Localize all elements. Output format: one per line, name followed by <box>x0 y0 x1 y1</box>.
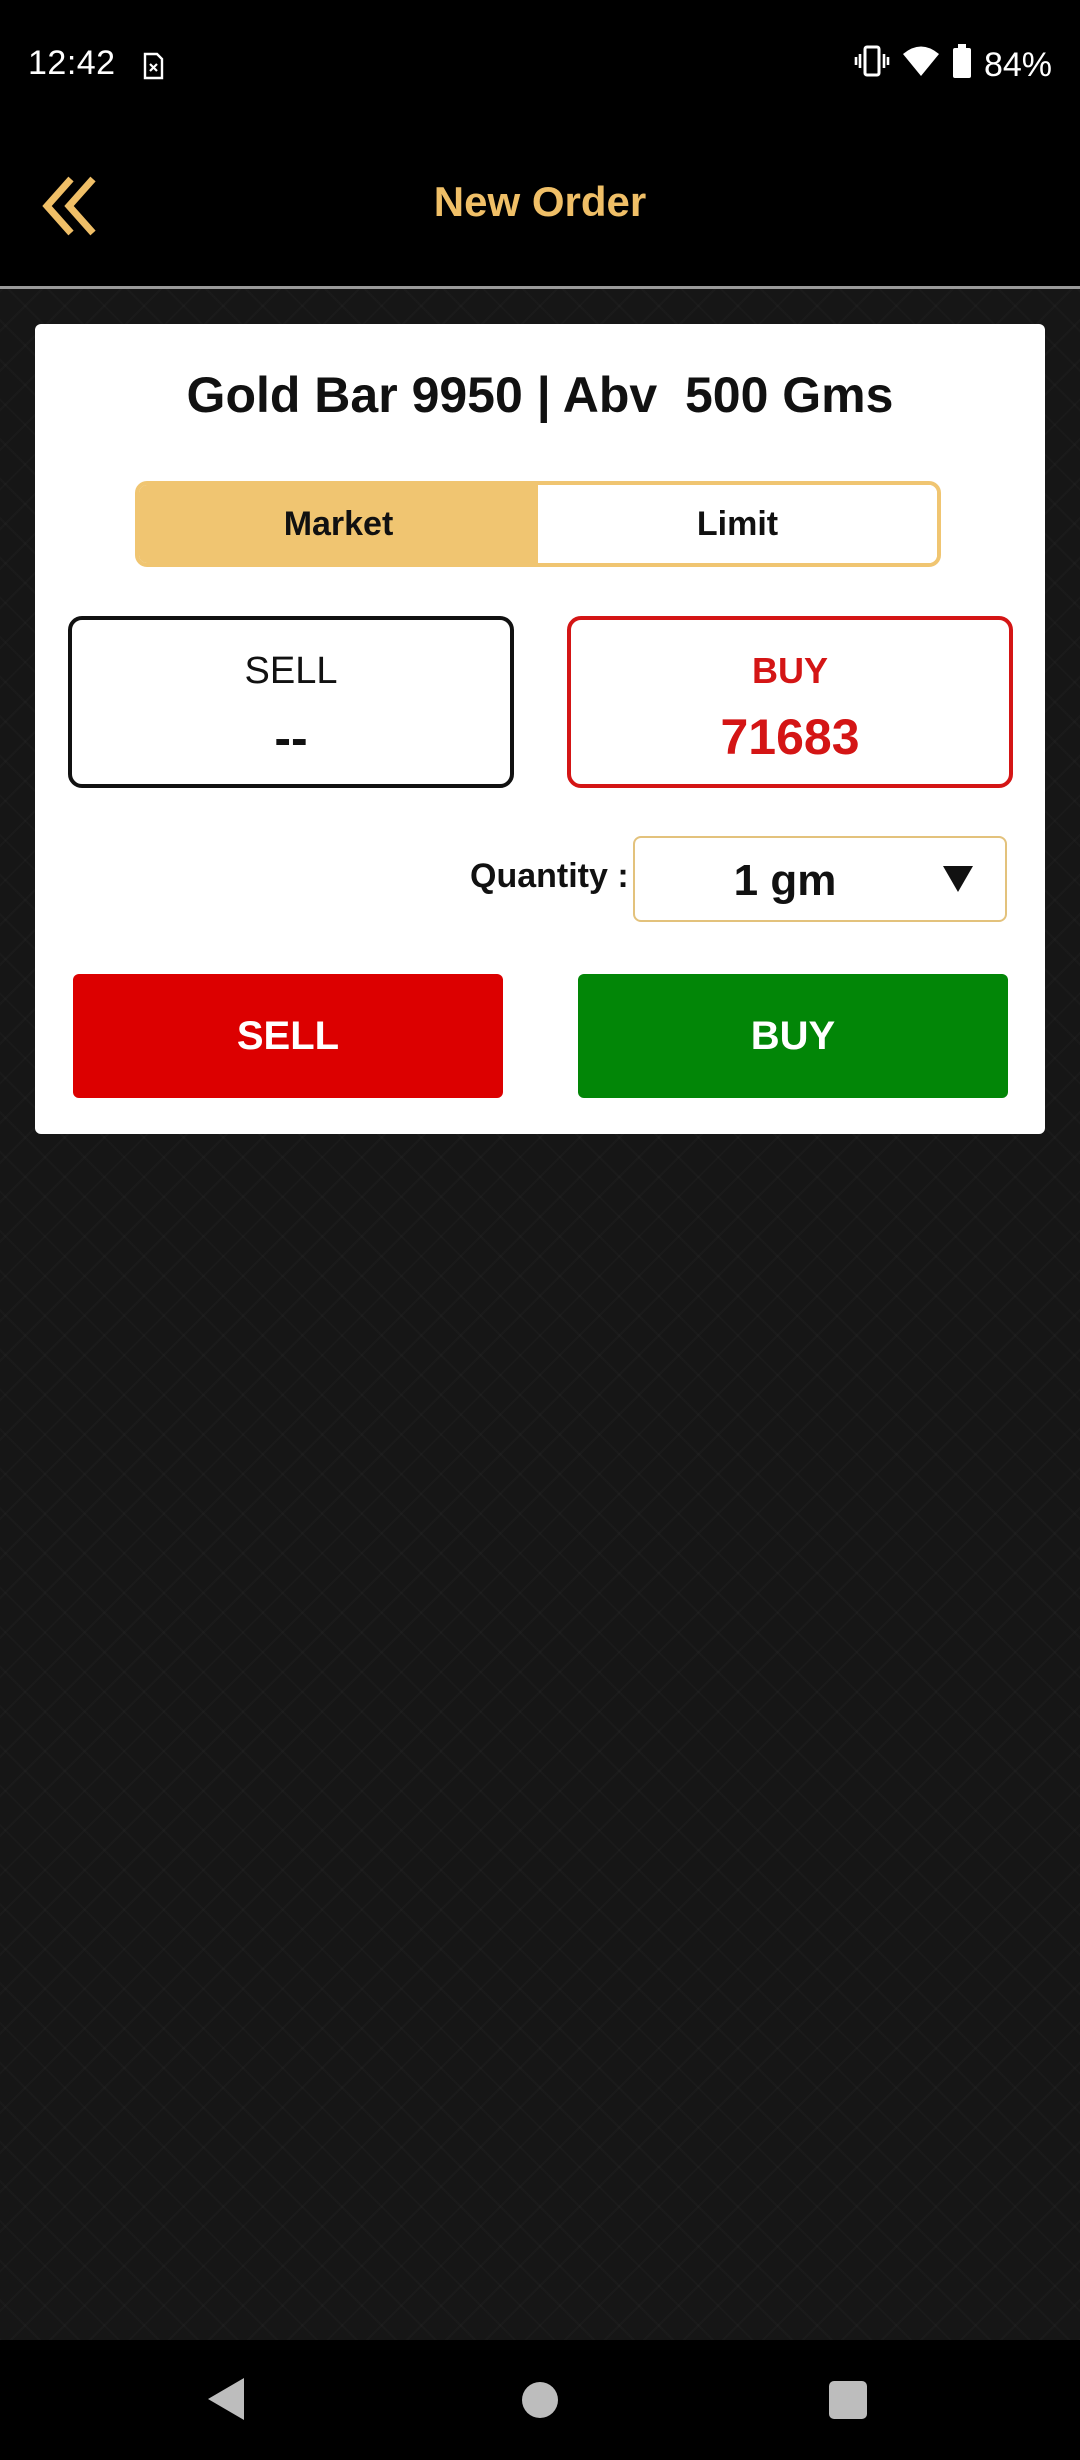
back-triangle-icon[interactable] <box>208 2378 244 2420</box>
page-title: New Order <box>433 178 647 225</box>
order-card: Gold Bar 9950 | Abv 500 Gms Market Limit… <box>35 324 1045 1134</box>
buy-button[interactable]: BUY <box>578 974 1008 1098</box>
recents-square-icon[interactable] <box>829 2381 867 2419</box>
home-circle-icon[interactable] <box>522 2382 558 2418</box>
app-header: New Order <box>0 130 1080 286</box>
header-divider <box>0 286 1080 289</box>
buy-quote-label: BUY <box>751 650 828 691</box>
wifi-icon <box>902 45 940 86</box>
buy-quote-value: 71683 <box>720 709 860 765</box>
new-order-screen: 12:42 84% New Order Gold Bar 9950 | Abv … <box>0 0 1080 2460</box>
tab-limit[interactable]: Limit <box>538 485 937 563</box>
battery-percent: 84% <box>983 46 1052 84</box>
quantity-label: Quantity : <box>470 857 629 895</box>
dropdown-arrow-icon <box>943 866 973 892</box>
status-time: 12:42 <box>28 44 116 82</box>
navigation-bar <box>0 2340 1080 2460</box>
status-bar: 12:42 84% <box>0 0 1080 130</box>
vibrate-icon <box>854 45 890 86</box>
status-right-group: 84% <box>854 44 1052 87</box>
sell-quote-value: -- <box>274 710 308 766</box>
quantity-dropdown[interactable]: 1 gm <box>633 836 1007 922</box>
tab-market[interactable]: Market <box>139 485 538 563</box>
order-type-toggle: Market Limit <box>135 481 941 567</box>
buy-quote-box: BUY 71683 <box>567 616 1013 788</box>
sell-quote-box: SELL -- <box>68 616 514 788</box>
quantity-value: 1 gm <box>733 856 837 905</box>
sell-button[interactable]: SELL <box>73 974 503 1098</box>
sim-card-alert-icon <box>142 52 164 80</box>
product-title: Gold Bar 9950 | Abv 500 Gms <box>186 367 894 423</box>
battery-icon <box>952 44 972 87</box>
sell-quote-label: SELL <box>244 650 338 692</box>
